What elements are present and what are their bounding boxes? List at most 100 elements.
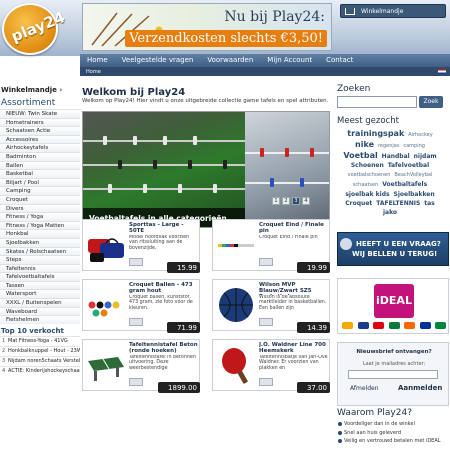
- foosball-figure: [153, 160, 157, 169]
- callback-banner[interactable]: HEEFT U EEN VRAAG? WIJ BELLEN U TERUG!: [337, 232, 449, 266]
- sidebar-category-item[interactable]: Accessoires: [0, 134, 80, 144]
- top10-item[interactable]: 1 Mat Fitness-Yoga - 41VG: [0, 335, 80, 346]
- add-to-cart-button[interactable]: [259, 258, 273, 266]
- popular-tag-link[interactable]: Handbal: [382, 152, 410, 161]
- popular-tag-link[interactable]: nijdam: [414, 152, 437, 161]
- phone-icon: [340, 238, 352, 250]
- slider-page-4[interactable]: 4: [302, 197, 310, 205]
- foosball-figure: [213, 184, 217, 193]
- popular-tag-link[interactable]: trainingspak: [347, 129, 404, 138]
- product-card[interactable]: Tafeltennistafel Beton (ronde hoeken) Ta…: [82, 339, 200, 393]
- popular-tag-link[interactable]: Voetbaltafels: [382, 180, 427, 189]
- nav-home[interactable]: Home: [80, 54, 115, 67]
- product-title[interactable]: J.O. Waldner Line 700 Heemskerk: [259, 342, 329, 355]
- top10-item[interactable]: 2 Honkbalknuppel - Hout - 23WB: [0, 345, 80, 356]
- product-title[interactable]: Wilson MVP Blauw/Zwart SZ5 Basketbal: [259, 282, 329, 295]
- sidebar-category-item[interactable]: Waveboard: [0, 306, 80, 316]
- popular-tag-link[interactable]: Schoenen: [351, 161, 384, 170]
- product-card[interactable]: Wilson MVP Blauw/Zwart SZ5 Basketbal Wil…: [212, 279, 330, 333]
- foosball-figure: [103, 136, 107, 145]
- nav-faq[interactable]: Veelgestelde vragen: [115, 54, 201, 67]
- add-to-cart-button[interactable]: [129, 378, 143, 386]
- search-input[interactable]: [337, 96, 417, 108]
- sidebar-cart[interactable]: Winkelmandje ›: [0, 84, 80, 98]
- slider-page-2[interactable]: 2: [282, 197, 290, 205]
- nav-terms[interactable]: Voorwaarden: [200, 54, 260, 67]
- sidebar-category-item[interactable]: Hometrainers: [0, 117, 80, 127]
- foosball-figure: [223, 160, 227, 169]
- sidebar-category-item[interactable]: XXXL / Buitenspelen: [0, 298, 80, 307]
- product-card[interactable]: Croquet Ballen - 473 gram hout Croquet b…: [82, 279, 200, 333]
- nav-contact[interactable]: Contact: [319, 54, 360, 67]
- sidebar-category-item[interactable]: Honkbal: [0, 229, 80, 238]
- sidebar-category-item[interactable]: Steps: [0, 255, 80, 264]
- add-to-cart-button[interactable]: [129, 258, 143, 266]
- add-to-cart-button[interactable]: [129, 318, 143, 326]
- newsletter-email-input[interactable]: [348, 370, 438, 379]
- popular-tag-link[interactable]: TAFELTENNIS: [376, 199, 420, 208]
- play24-logo[interactable]: play24: [2, 3, 68, 55]
- popular-tag-link[interactable]: nike: [355, 140, 374, 149]
- promo-banner[interactable]: Nu bij Play24: Verzendkosten slechts €3,…: [82, 3, 332, 51]
- subscribe-button[interactable]: Aanmelden: [398, 384, 442, 392]
- popular-tag-link[interactable]: regenjas: [378, 142, 400, 151]
- foosball-figure: [178, 184, 182, 193]
- search-button[interactable]: Zoek: [419, 96, 443, 108]
- popular-tag-link[interactable]: BeachVolleybal: [394, 171, 432, 180]
- popular-heading: Meest gezocht: [337, 116, 399, 126]
- slider-page-3[interactable]: 3: [292, 197, 300, 205]
- popular-tag-link[interactable]: jako: [383, 208, 397, 217]
- popular-tag-link[interactable]: Croquet: [345, 199, 372, 208]
- add-to-cart-button[interactable]: [259, 318, 273, 326]
- sidebar-category-item[interactable]: Croquet: [0, 194, 80, 204]
- sidebar-category-item[interactable]: Watersport: [0, 289, 80, 299]
- sidebar-category-item[interactable]: Tafeltennis: [0, 263, 80, 273]
- top10-item[interactable]: 4 ACTIE: Kinderijshockeyschaats: [0, 365, 80, 376]
- sidebar-category-item[interactable]: Sjoelbakken: [0, 237, 80, 247]
- popular-tag-link[interactable]: schaatsen: [353, 181, 378, 190]
- sidebar-category-item[interactable]: NIEUW: Twin Skate: [0, 109, 80, 118]
- bullet-icon: [338, 439, 342, 444]
- product-title[interactable]: Tafeltennistafel Beton (ronde hoeken): [129, 342, 199, 355]
- sidebar-category-item[interactable]: Tassen: [0, 280, 80, 290]
- popular-tag-link[interactable]: Sjoelbakken: [394, 190, 435, 199]
- nav-account[interactable]: Mijn Account: [260, 54, 319, 67]
- sidebar-category-item[interactable]: Skates / Rolschaatsen: [0, 246, 80, 256]
- product-card[interactable]: Sporttas - Large - 50TE Model hoofdvak v…: [82, 219, 200, 273]
- sidebar-category-item[interactable]: Fitness / Yoga Matten: [0, 220, 80, 230]
- sidebar-category-item[interactable]: Fitness / Yoga: [0, 212, 80, 221]
- top10-item[interactable]: 3Nijdam noren5chaats Verstelbaar 0114: [0, 355, 80, 366]
- popular-tag-link[interactable]: voetbalschoenen: [348, 171, 391, 180]
- popular-tag-link[interactable]: Airhockey: [408, 131, 433, 140]
- language-flag-icon[interactable]: [438, 69, 446, 74]
- sidebar-category-item[interactable]: Fietshelmen: [0, 315, 80, 324]
- sidebar-category-item[interactable]: Ballen: [0, 160, 80, 170]
- hero-slider[interactable]: Voetbaltafels in alle categorieën: [82, 111, 330, 228]
- popular-tag-link[interactable]: Tafelvoetbal: [388, 161, 429, 170]
- sidebar-category-item[interactable]: Basketbal: [0, 169, 80, 178]
- sidebar-category-item[interactable]: Airhockeytafels: [0, 143, 80, 152]
- product-title[interactable]: Croquet Eind / Finale pin: [259, 222, 329, 235]
- sidebar-category-item[interactable]: Biljart / Pool: [0, 177, 80, 187]
- popular-tag-link[interactable]: tas: [424, 199, 435, 208]
- product-card[interactable]: Croquet Eind / Finale pin Croquet Eind /…: [212, 219, 330, 273]
- sidebar-category-item[interactable]: Camping: [0, 186, 80, 195]
- unsubscribe-button[interactable]: Afmelden: [350, 385, 379, 392]
- sidebar-category-item[interactable]: Schaatsen Actie: [0, 126, 80, 135]
- popular-tag-link[interactable]: sjoelbak kids: [345, 190, 389, 199]
- popular-tag-link[interactable]: camping: [403, 142, 425, 151]
- sidebar-category-item[interactable]: Tafelvoetbaltafels: [0, 272, 80, 281]
- add-to-cart-button[interactable]: [259, 378, 273, 386]
- cart-button[interactable]: Winkelmandje: [340, 4, 446, 18]
- slider-page-1[interactable]: 1: [272, 197, 280, 205]
- product-title[interactable]: Croquet Ballen - 473 gram hout: [129, 282, 199, 295]
- bank-logo-icon: [373, 322, 384, 329]
- sidebar-category-item[interactable]: Badminton: [0, 151, 80, 161]
- cart-icon: [345, 8, 355, 15]
- product-card[interactable]: J.O. Waldner Line 700 Heemskerk Tafelten…: [212, 339, 330, 393]
- breadcrumb-home[interactable]: Home: [86, 69, 101, 75]
- product-title[interactable]: Sporttas - Large - 50TE: [129, 222, 199, 235]
- popular-tag-link[interactable]: Voetbal: [343, 151, 377, 160]
- slider-pagination: 1 2 3 4: [272, 197, 332, 205]
- sidebar-category-item[interactable]: Divers: [0, 203, 80, 213]
